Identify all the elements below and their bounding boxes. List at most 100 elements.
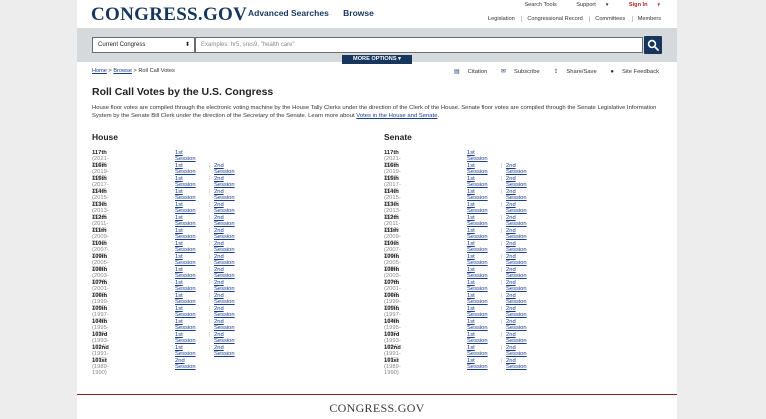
search-button[interactable] (644, 36, 662, 54)
breadcrumb-browse[interactable]: Browse (113, 68, 132, 74)
nav-legislation[interactable]: Legislation (483, 16, 520, 22)
nav-browse[interactable]: Browse (343, 8, 374, 18)
first-session-link[interactable]: 1st Session (467, 306, 488, 318)
second-session-link[interactable]: 2nd Session (214, 176, 235, 188)
subscribe-label: Subscribe (513, 69, 540, 75)
first-session-link[interactable]: 1st Session (175, 345, 196, 357)
second-session-link[interactable]: 2nd Session (214, 254, 235, 266)
search-placeholder: Examples: hr5, sres9, "health care" (201, 42, 295, 48)
search-scope-select[interactable]: Current Congress ⬍ (92, 37, 195, 53)
first-session-link[interactable]: 1st Session (467, 202, 488, 214)
second-session-link[interactable]: 2nd Session (214, 215, 235, 227)
first-session-link[interactable]: 1st Session (467, 228, 488, 240)
session-separator: | (209, 345, 211, 351)
second-session-link[interactable]: 2nd Session (506, 306, 527, 318)
site-feedback-tool[interactable]: ● Site Feedback (604, 69, 659, 75)
first-session-link[interactable]: 1st Session (467, 189, 488, 201)
first-session-link[interactable]: 1st Session (467, 163, 488, 175)
more-options-tab[interactable]: MORE OPTIONS ▾ (342, 55, 412, 64)
first-session-link[interactable]: 1st Session (467, 267, 488, 279)
second-session-link[interactable]: 2nd Session (506, 163, 527, 175)
second-session-link[interactable]: 2nd Session (214, 319, 235, 331)
search-input[interactable]: Examples: hr5, sres9, "health care" (195, 37, 643, 53)
congress-label: 101st (1989-1990) (384, 358, 401, 376)
first-session-link[interactable]: 1st Session (175, 332, 196, 344)
second-session-link[interactable]: 2nd Session (506, 215, 527, 227)
first-session-link[interactable]: 1st Session (175, 254, 196, 266)
first-session-link[interactable]: 1st Session (175, 163, 196, 175)
second-session-link[interactable]: 2nd Session (214, 267, 235, 279)
nav-committees[interactable]: Committees (589, 16, 631, 22)
first-session-link[interactable]: 1st Session (467, 319, 488, 331)
select-arrows-icon: ⬍ (184, 42, 190, 48)
first-session-link[interactable]: 1st Session (467, 358, 488, 370)
breadcrumb-separator: > (133, 68, 137, 74)
subscribe-tool[interactable]: ✉ Subscribe (495, 69, 540, 75)
citation-tool[interactable]: ▤ Citation (448, 69, 487, 75)
second-session-link[interactable]: 2nd Session (506, 189, 527, 201)
second-session-link[interactable]: 2nd Session (506, 280, 527, 292)
nav-congressional-record[interactable]: Congressional Record (521, 16, 588, 22)
second-session-link[interactable]: 2nd Session (214, 228, 235, 240)
first-session-link[interactable]: 1st Session (175, 293, 196, 305)
second-session-link[interactable]: 2nd Session (214, 306, 235, 318)
first-session-link[interactable]: 1st Session (175, 306, 196, 318)
second-session-link[interactable]: 2nd Session (214, 332, 235, 344)
search-tools-link[interactable]: Search Tools (524, 2, 556, 8)
second-session-link[interactable]: 2nd Session (506, 293, 527, 305)
breadcrumb-home[interactable]: Home (92, 68, 107, 74)
secondary-nav: Legislation Congressional Record Committ… (483, 16, 661, 22)
support-menu[interactable]: Support ▼ (567, 2, 609, 8)
nav-advanced-searches[interactable]: Advanced Searches (248, 8, 329, 18)
more-options-label: MORE OPTIONS (353, 56, 397, 62)
second-session-link[interactable]: 2nd Session (506, 267, 527, 279)
first-session-link[interactable]: 1st Session (467, 280, 488, 292)
first-session-link[interactable]: 1st Session (175, 176, 196, 188)
footer-logo[interactable]: CONGRESS.GOV (77, 401, 677, 416)
first-session-link[interactable]: 1st Session (467, 215, 488, 227)
first-session-link[interactable]: 1st Session (175, 267, 196, 279)
first-session-link[interactable]: 1st Session (175, 189, 196, 201)
house-heading: House (92, 132, 118, 142)
second-session-link[interactable]: 2nd Session (506, 319, 527, 331)
second-session-link[interactable]: 2nd Session (506, 241, 527, 253)
second-session-link[interactable]: 2nd Session (214, 163, 235, 175)
nav-members[interactable]: Members (631, 16, 661, 22)
first-session-link[interactable]: 1st Session (467, 241, 488, 253)
second-session-link[interactable]: 2nd Session (214, 241, 235, 253)
second-session-link[interactable]: 2nd Session (506, 358, 527, 370)
second-session-link[interactable]: 2nd Session (506, 176, 527, 188)
first-session-link[interactable]: 1st Session (467, 345, 488, 357)
session-separator: | (501, 332, 503, 338)
first-session-link[interactable]: 1st Session (175, 150, 196, 162)
second-session-link[interactable]: 2nd Session (506, 345, 527, 357)
first-session-link[interactable]: 1st Session (175, 215, 196, 227)
share-save-tool[interactable]: ⇪ Share/Save (547, 69, 596, 75)
sign-in-label: Sign In (628, 2, 648, 8)
sign-in-menu[interactable]: Sign In ▼ (620, 2, 661, 8)
second-session-link[interactable]: 2nd Session (214, 202, 235, 214)
first-session-link[interactable]: 1st Session (175, 241, 196, 253)
site-logo[interactable]: CONGRESS.GOV (91, 4, 247, 26)
first-session-link[interactable]: 1st Session (467, 254, 488, 266)
second-session-link[interactable]: 2nd Session (214, 280, 235, 292)
first-session-link[interactable]: 1st Session (467, 332, 488, 344)
votes-house-senate-link[interactable]: Votes in the House and Senate (356, 113, 437, 119)
first-session-link[interactable]: 1st Session (175, 228, 196, 240)
second-session-link[interactable]: 2nd Session (175, 358, 196, 370)
session-separator: | (209, 306, 211, 312)
first-session-link[interactable]: 1st Session (467, 293, 488, 305)
second-session-link[interactable]: 2nd Session (214, 345, 235, 357)
second-session-link[interactable]: 2nd Session (214, 189, 235, 201)
session-separator: | (501, 358, 503, 364)
first-session-link[interactable]: 1st Session (467, 150, 488, 162)
second-session-link[interactable]: 2nd Session (506, 202, 527, 214)
first-session-link[interactable]: 1st Session (175, 202, 196, 214)
first-session-link[interactable]: 1st Session (175, 280, 196, 292)
second-session-link[interactable]: 2nd Session (214, 293, 235, 305)
second-session-link[interactable]: 2nd Session (506, 332, 527, 344)
first-session-link[interactable]: 1st Session (467, 176, 488, 188)
second-session-link[interactable]: 2nd Session (506, 228, 527, 240)
first-session-link[interactable]: 1st Session (175, 319, 196, 331)
second-session-link[interactable]: 2nd Session (506, 254, 527, 266)
